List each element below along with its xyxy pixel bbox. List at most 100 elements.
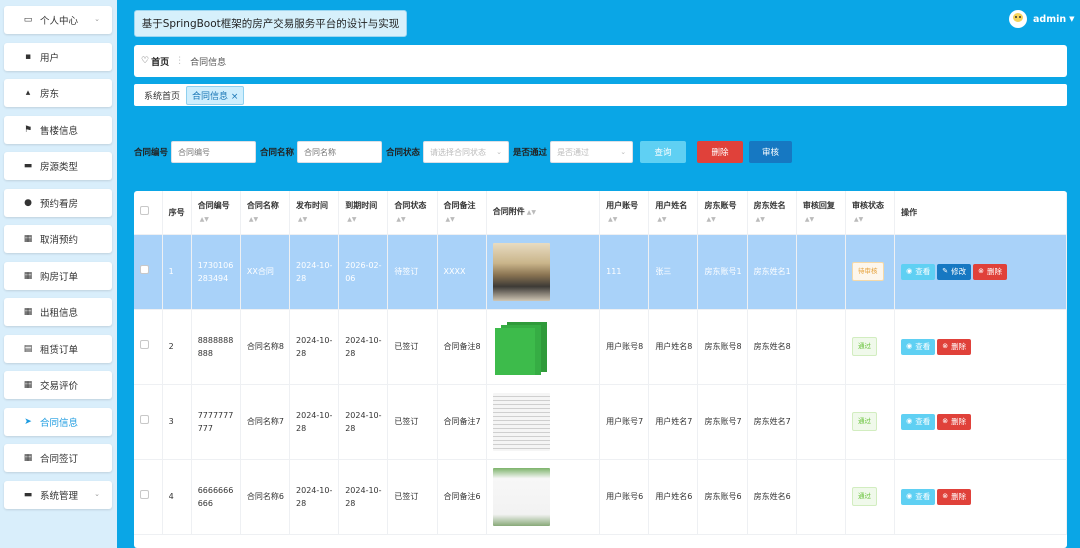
cell-contract-no: 1730106283494: [191, 234, 241, 310]
cell-text: 合同备注8: [443, 342, 481, 351]
tab-home[interactable]: 系统首页: [144, 89, 180, 102]
cell-name: XX合同: [240, 234, 291, 310]
delete-button[interactable]: ⊗ 删除: [937, 338, 972, 355]
cell-text: 已签订: [394, 417, 419, 426]
column-header[interactable]: 合同状态 ▲▼: [387, 191, 438, 235]
attachment-image[interactable]: [492, 242, 550, 301]
table-row[interactable]: 4 6666666666 合同名称6 2024-10-28 2024-10-28 已签订 合…: [134, 459, 1067, 535]
column-header[interactable]: 合同附件 ▲▼: [486, 191, 601, 235]
eye-icon: ◉: [906, 342, 913, 350]
column-label: 发布时间: [296, 200, 329, 210]
column-header[interactable]: 到期时间 ▲▼: [338, 191, 389, 235]
sort-icon[interactable]: ▲▼: [527, 209, 536, 216]
user-menu[interactable]: admin ▼: [1009, 10, 1075, 28]
sort-icon[interactable]: ▲▼: [347, 216, 356, 223]
row-checkbox-cell[interactable]: [134, 234, 163, 310]
sidebar-item-13[interactable]: ▬ 系统管理 ⌄: [4, 480, 112, 509]
sidebar-item-5[interactable]: ● 预约看房: [4, 188, 112, 217]
sort-icon[interactable]: ▲▼: [805, 216, 814, 223]
sort-icon[interactable]: ▲▼: [756, 216, 765, 223]
review-button[interactable]: 审核: [749, 141, 793, 163]
query-button[interactable]: 查询: [640, 141, 687, 163]
sidebar-item-8[interactable]: ▦ 出租信息: [4, 298, 112, 326]
delete-button[interactable]: ⊗ 删除: [937, 488, 972, 505]
attachment-image[interactable]: [492, 392, 550, 451]
table-row[interactable]: 1 1730106283494 XX合同 2024-10-28 2026-02-06 待签…: [134, 234, 1067, 310]
row-checkbox[interactable]: [140, 265, 149, 274]
sort-icon[interactable]: ▲▼: [200, 216, 209, 223]
row-checkbox-cell[interactable]: [134, 459, 163, 535]
contract-name-input[interactable]: [297, 141, 383, 163]
sidebar-item-9[interactable]: ▤ 租赁订单: [4, 334, 112, 363]
column-label: 合同名称: [246, 200, 279, 210]
attachment-image[interactable]: [492, 467, 550, 526]
sidebar-item-4[interactable]: ▬ 房源类型: [4, 152, 112, 180]
row-checkbox-cell[interactable]: [134, 309, 163, 385]
column-label: 合同备注: [443, 200, 476, 210]
sidebar-item-12[interactable]: ▦ 合同签订: [4, 444, 112, 472]
sidebar-item-11[interactable]: ➤ 合同信息: [4, 407, 112, 436]
sidebar-item-7[interactable]: ▦ 购房订单: [4, 261, 112, 290]
view-button[interactable]: ◉ 查看: [901, 413, 936, 430]
sidebar-item-0[interactable]: ▭ 个人中心 ⌄: [4, 6, 112, 34]
cell-text: 房东姓名7: [753, 417, 791, 426]
column-header[interactable]: 审核回复 ▲▼: [796, 191, 847, 235]
table-row[interactable]: 3 7777777777 合同名称7 2024-10-28 2024-10-28 已签订 合…: [134, 384, 1067, 460]
delete-button[interactable]: 删除: [697, 141, 744, 163]
row-checkbox[interactable]: [140, 340, 149, 349]
chevron-down-icon: ⌄: [94, 489, 100, 498]
column-header[interactable]: 房东姓名 ▲▼: [747, 191, 797, 235]
row-checkbox-cell[interactable]: [134, 384, 163, 460]
delete-button[interactable]: ⊗ 删除: [973, 263, 1008, 280]
column-header[interactable]: 用户账号 ▲▼: [599, 191, 650, 235]
cell-name: 合同名称8: [240, 309, 291, 385]
cell-contract-no: 8888888888: [191, 309, 241, 385]
sidebar-item-6[interactable]: ▦ 取消预约: [4, 225, 112, 253]
edit-button[interactable]: ✎ 修改: [937, 263, 972, 280]
action-label: 删除: [951, 417, 967, 426]
sort-icon[interactable]: ▲▼: [396, 216, 405, 223]
cell-remark: XXXX: [437, 234, 487, 310]
heart-icon: ♡: [141, 56, 150, 66]
sort-icon[interactable]: ▲▼: [854, 216, 863, 223]
monitor-icon: ▭: [23, 15, 33, 25]
cell-user-acct: 用户账号8: [599, 309, 650, 385]
thumb-icon: ▴: [25, 88, 31, 98]
column-header[interactable]: 用户姓名 ▲▼: [648, 191, 699, 235]
breadcrumb-home[interactable]: 首页: [151, 55, 169, 68]
sidebar-item-1[interactable]: ▪ 用户: [4, 42, 112, 71]
sidebar-item-3[interactable]: ⚑ 售楼信息: [4, 115, 112, 144]
cell-publish: 2024-10-28: [289, 309, 340, 385]
sidebar-item-10[interactable]: ▦ 交易评价: [4, 371, 112, 399]
cell-expire: 2026-02-06: [338, 234, 389, 310]
view-button[interactable]: ◉ 查看: [901, 488, 936, 505]
view-button[interactable]: ◉ 查看: [901, 338, 936, 355]
sort-icon[interactable]: ▲▼: [446, 216, 455, 223]
table-row[interactable]: 2 8888888888 合同名称8 2024-10-28 2024-10-28 已签订 合…: [134, 309, 1067, 385]
column-header[interactable]: 房东账号 ▲▼: [697, 191, 748, 235]
tab-contract-info[interactable]: 合同信息 ×: [186, 85, 245, 105]
column-header[interactable]: 合同备注 ▲▼: [437, 191, 487, 235]
sort-icon[interactable]: ▲▼: [657, 216, 666, 223]
sort-icon[interactable]: ▲▼: [608, 216, 617, 223]
column-header[interactable]: 发布时间 ▲▼: [289, 191, 340, 235]
contract-status-select[interactable]: 请选择合同状态 ⌄: [423, 141, 510, 163]
column-header[interactable]: 合同编号 ▲▼: [191, 191, 241, 235]
contract-no-input[interactable]: [171, 141, 257, 163]
cell-text: 2024-10-28: [296, 485, 333, 508]
sort-icon[interactable]: ▲▼: [706, 216, 715, 223]
delete-button[interactable]: ⊗ 删除: [937, 413, 972, 430]
column-header[interactable]: 审核状态 ▲▼: [845, 191, 896, 235]
view-button[interactable]: ◉ 查看: [901, 263, 936, 280]
attachment-image[interactable]: [492, 317, 550, 376]
row-checkbox[interactable]: [140, 490, 149, 499]
row-checkbox[interactable]: [140, 415, 149, 424]
sort-icon[interactable]: ▲▼: [249, 216, 258, 223]
pass-select[interactable]: 是否通过 ⌄: [550, 141, 634, 163]
column-header[interactable]: 合同名称 ▲▼: [240, 191, 291, 235]
sort-icon[interactable]: ▲▼: [298, 216, 307, 223]
sidebar-item-2[interactable]: ▴ 房东: [4, 79, 112, 107]
eye-icon: ◉: [906, 417, 913, 425]
cell-text: 用户姓名8: [655, 342, 693, 351]
select-all-checkbox[interactable]: [140, 205, 149, 215]
